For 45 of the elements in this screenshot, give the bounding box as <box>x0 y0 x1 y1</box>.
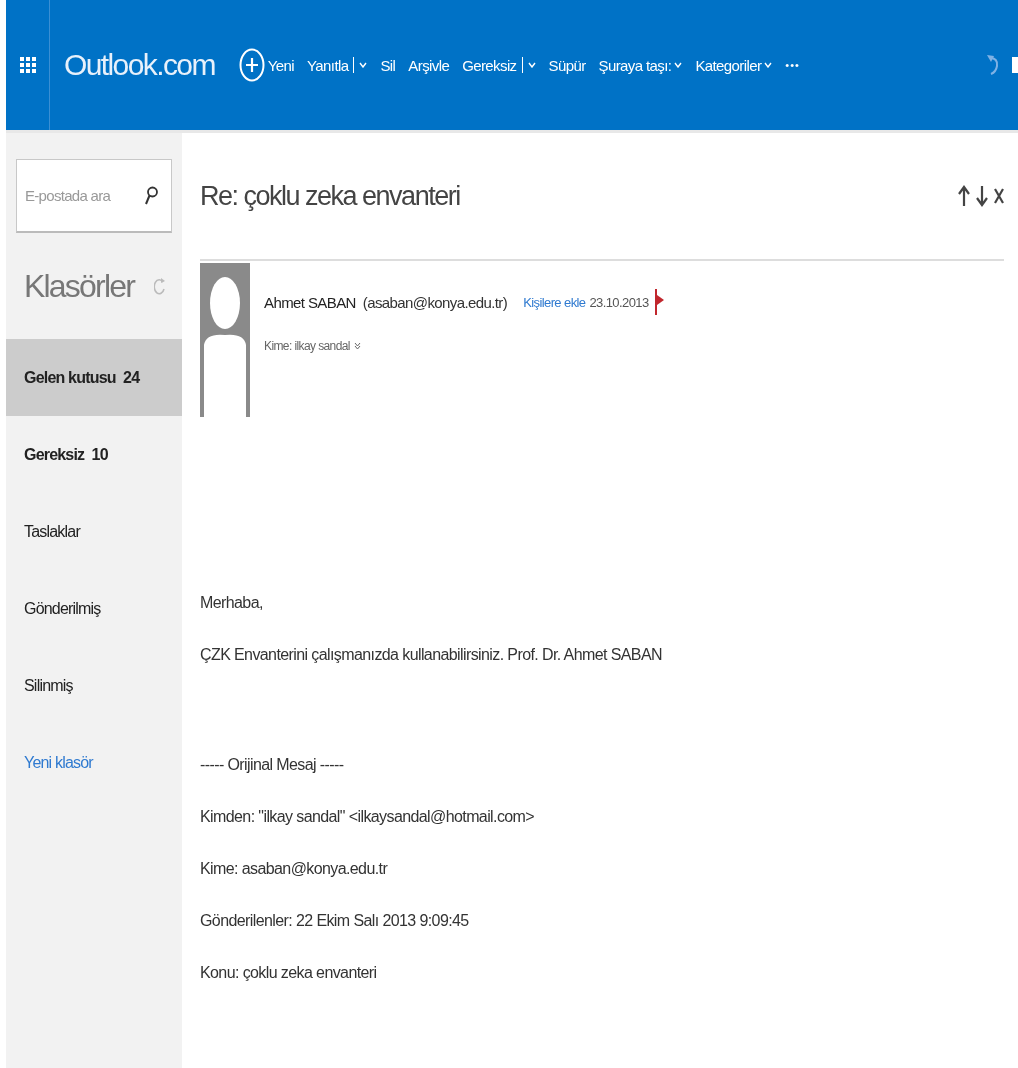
toolbar-button[interactable]: Süpür <box>548 56 586 74</box>
toolbar-button[interactable]: Yanıtla <box>307 56 368 74</box>
body-text: ----- Orijinal Mesaj ----- <box>200 755 345 775</box>
plus-icon <box>238 48 265 82</box>
search-field[interactable]: E-postada ara <box>16 159 172 233</box>
folder-item[interactable]: Gelen kutusu 24 <box>6 339 182 416</box>
app-launcher-icon[interactable] <box>19 57 36 73</box>
body-text: Gönderilenler: 22 Ekim Salı 2013 9:09:45 <box>200 911 470 931</box>
chevron-down-icon <box>674 62 683 68</box>
folders-heading: Klasörler <box>24 267 135 305</box>
new-button[interactable]: Yeni <box>238 48 295 82</box>
body-text: Kimden: "ilkay sandal" <ilkaysandal@hotmail.com> <box>200 807 536 827</box>
search-icon <box>144 186 158 206</box>
toolbar-button[interactable]: Gereksiz <box>462 56 536 74</box>
chevron-down-icon <box>527 62 536 68</box>
chevron-down-icon <box>359 62 368 68</box>
folder-item[interactable]: Gönderilmiş <box>6 570 182 647</box>
logo[interactable]: Outlook.com <box>64 48 215 82</box>
arrow-up-icon[interactable] <box>958 185 970 207</box>
body-text: ÇZK Envanterini çalışmanızda kullanabilirsiniz. Prof. Dr. Ahmet SABAN <box>200 645 663 665</box>
arrow-down-icon[interactable] <box>976 185 988 207</box>
flag-icon[interactable] <box>654 289 665 315</box>
recipient-toggle[interactable]: Kime: ilkay sandal <box>264 339 665 353</box>
refresh-icon <box>154 276 166 296</box>
body-text: Konu: çoklu zeka envanteri <box>200 963 378 983</box>
folder-item[interactable]: Taslaklar <box>6 493 182 570</box>
sender-email: (asaban@konya.edu.tr) <box>362 293 508 311</box>
body-text: Kime: asaban@konya.edu.tr <box>200 859 389 879</box>
message-date: 23.10.2013 <box>589 294 649 310</box>
chevron-down-icon <box>764 62 773 68</box>
toolbar-button[interactable]: Şuraya taşı: <box>598 56 683 74</box>
chevron-down-icon <box>353 342 361 350</box>
sender-name: Ahmet SABAN <box>264 293 356 311</box>
message-subject: Re: çoklu zeka envanteri <box>200 180 460 212</box>
toolbar-button[interactable]: Sil <box>380 56 396 74</box>
new-folder-link[interactable]: Yeni klasör <box>6 724 182 801</box>
folder-item[interactable]: Gereksiz 10 <box>6 416 182 493</box>
more-button[interactable]: ••• <box>785 59 800 71</box>
toolbar-button[interactable]: Arşivle <box>408 56 450 74</box>
toolbar-button[interactable]: Kategoriler <box>695 56 773 74</box>
close-icon[interactable] <box>994 188 1004 204</box>
body-text: Merhaba, <box>200 593 264 613</box>
folder-item[interactable]: Silinmiş <box>6 647 182 724</box>
add-contact-link[interactable]: Kişilere ekle <box>523 294 586 310</box>
avatar-icon <box>200 263 250 417</box>
